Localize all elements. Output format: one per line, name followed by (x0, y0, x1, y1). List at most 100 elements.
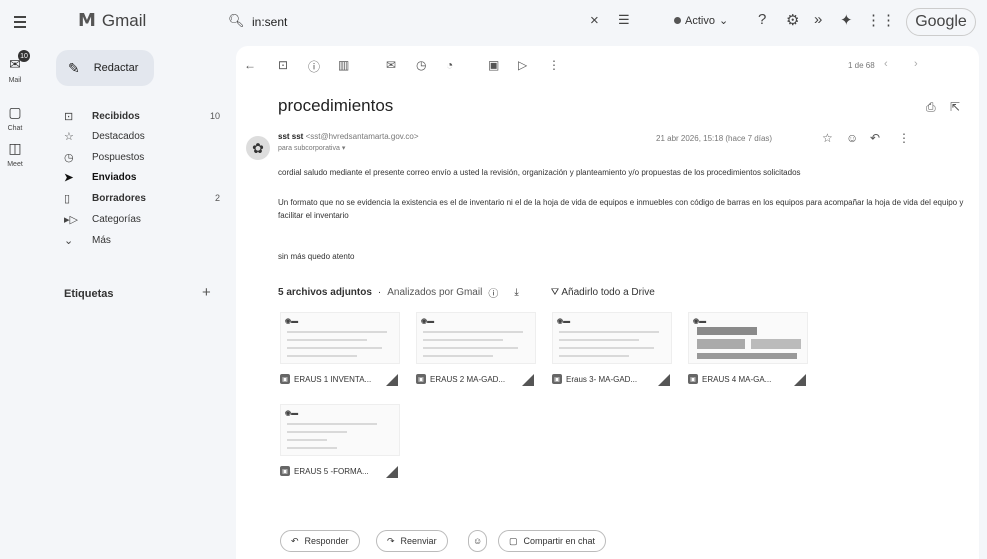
open-new-window-icon[interactable]: ⇱ (950, 100, 960, 114)
main-menu-icon[interactable] (8, 10, 32, 34)
sidebar-item-inbox[interactable]: ⊡ Recibidos 10 (56, 106, 228, 126)
archive-icon[interactable]: ⊡ (278, 58, 288, 72)
prev-page-icon[interactable]: ‹ (884, 58, 888, 70)
forward-button[interactable]: ↷ Reenviar (376, 530, 448, 552)
trash-icon[interactable]: ▥ (338, 58, 349, 72)
sidebar-item-more[interactable]: ⌄ Más (56, 230, 228, 250)
attachment-thumbnail: ◉▬ (552, 312, 672, 364)
label-icon[interactable]: ▷ (518, 58, 527, 72)
email-body-paragraph: Un formato que no se evidencia la existe… (278, 198, 964, 220)
gemini-icon[interactable]: ✦ (840, 11, 853, 29)
download-all-icon[interactable]: ⤓ (514, 287, 518, 298)
mark-unread-icon[interactable]: ✉ (386, 58, 396, 72)
draft-icon: ▯ (64, 192, 71, 205)
add-task-icon[interactable]: ◔ (446, 58, 453, 72)
gmail-logo[interactable]: M Gmail (78, 10, 146, 31)
attachment-thumbnail: ◉▬ (416, 312, 536, 364)
star-icon[interactable]: ☆ (822, 131, 833, 145)
status-dot-icon (674, 17, 681, 24)
gear-icon[interactable]: ⚙ (786, 11, 799, 29)
print-icon[interactable]: ⎙ (926, 100, 936, 115)
page-fold-icon (522, 374, 534, 386)
attachment-name: ERAUS 2 MA-GAD... (430, 374, 506, 384)
search-bar[interactable]: 🔍︎ in:sent × ☰ (222, 6, 642, 38)
more-vert-icon[interactable]: ⋮ (548, 58, 560, 72)
sender-name: sst sst (278, 132, 304, 141)
info-icon[interactable]: ⓘ (488, 285, 498, 300)
sidebar-item-label: Borradores (92, 192, 146, 204)
move-to-icon[interactable]: ▣ (488, 58, 499, 72)
attachment-card[interactable]: ◉▬ ▣ Eraus 3- MA-GAD... (552, 312, 672, 387)
rail-mail-label: Mail (8, 77, 22, 84)
document-logo-icon: ◉▬ (693, 318, 707, 325)
reply-button[interactable]: ↶ Responder (280, 530, 360, 552)
more-vert-icon[interactable]: ⋮ (898, 131, 910, 145)
compose-button[interactable]: ✎ Redactar (56, 50, 154, 86)
sidebar-item-drafts[interactable]: ▯ Borradores 2 (56, 188, 228, 208)
add-label-icon[interactable]: + (202, 284, 211, 301)
attachment-thumbnail: ◉▬ (280, 312, 400, 364)
search-icon[interactable]: 🔍︎ (228, 13, 245, 29)
rail-meet-label: Meet (7, 161, 23, 168)
attachment-name: Eraus 3- MA-GAD... (566, 374, 638, 384)
status-selector[interactable]: Activo ⌄ (674, 14, 728, 27)
document-logo-icon: ◉▬ (421, 318, 435, 325)
sidebar-item-sent[interactable]: ➤ Enviados (56, 167, 228, 187)
email-subject: procedimientos (278, 96, 394, 115)
sender-line: sst sst <sst@hvredsantamarta.gov.co> (278, 132, 419, 141)
next-page-icon[interactable]: › (914, 58, 918, 70)
attachment-card[interactable]: ◉▬ ▣ ERAUS 1 INVENTA... (280, 312, 400, 387)
search-input[interactable]: in:sent (252, 15, 287, 29)
sidebar-item-starred[interactable]: ☆ Destacados (56, 126, 228, 146)
attachment-card[interactable]: ◉▬ ▣ ERAUS 2 MA-GAD... (416, 312, 536, 387)
attachment-footer: ▣ ERAUS 5 -FORMA... (280, 464, 400, 478)
forward-label: Reenviar (400, 536, 437, 546)
app-name: Gmail (101, 10, 147, 30)
add-to-drive-button[interactable]: ⛛ Añadirlo todo a Drive (551, 287, 655, 298)
help-icon[interactable]: ? (758, 11, 766, 28)
sidebar-item-snoozed[interactable]: ◷ Pospuestos (56, 147, 228, 167)
account-brand[interactable]: Google (906, 8, 976, 36)
sidebar-item-categories[interactable]: ▸▷ Categorías (56, 209, 228, 229)
compose-label: Redactar (93, 62, 139, 74)
recipient-line[interactable]: para subcorporativa ▾ (278, 144, 345, 152)
share-in-chat-button[interactable]: ▢ Compartir en chat (498, 530, 607, 552)
page-fold-icon (658, 374, 670, 386)
forward-icon: ↷ (387, 535, 395, 546)
document-logo-icon: ◉▬ (557, 318, 571, 325)
emoji-icon[interactable]: ☺ (846, 131, 858, 145)
email-body-paragraph: sin más quedo atento (278, 252, 355, 261)
snooze-icon[interactable]: ◷ (416, 58, 426, 72)
apps-grid-icon[interactable]: ⋮⋮ (866, 11, 896, 29)
inbox-icon: ⊡ (64, 110, 74, 123)
search-options-icon[interactable]: ☰ (618, 12, 630, 28)
emoji-reaction-button[interactable]: ☺ (468, 530, 488, 552)
sidebar-item-label: Destacados (92, 130, 145, 142)
back-arrow-icon[interactable]: ← (244, 58, 256, 72)
attachment-card[interactable]: ◉▬ ▣ ERAUS 5 -FORMA... (280, 404, 400, 479)
rail-mail[interactable]: ✉ 10 Mail (0, 50, 30, 85)
page-fold-icon (794, 374, 806, 386)
label-icon: ▸▷ (64, 213, 78, 226)
star-icon: ☆ (64, 130, 74, 143)
clear-search-icon[interactable]: × (590, 12, 599, 29)
extensions-icon[interactable]: » (814, 11, 822, 28)
page-fold-icon (386, 374, 398, 386)
reply-icon[interactable]: ↶ (870, 131, 880, 145)
attachment-name: ERAUS 4 MA-GA... (702, 374, 772, 384)
sidebar-item-label: Categorías (92, 213, 141, 225)
rail-chat[interactable]: ▢ Chat (0, 104, 30, 133)
sidebar-item-label: Recibidos (92, 110, 140, 122)
separator-dot: · (377, 287, 382, 298)
attachment-thumbnail: ◉▬ (280, 404, 400, 456)
sidebar-item-label: Enviados (92, 171, 137, 183)
attachment-name: ERAUS 1 INVENTA... (294, 374, 372, 384)
send-icon: ➤ (64, 171, 74, 184)
rail-chat-label: Chat (7, 125, 23, 132)
attachment-card[interactable]: ◉▬ ▣ ERAUS 4 MA-GA... (688, 312, 808, 387)
email-body-paragraph: cordial saludo mediante el presente corr… (278, 168, 801, 177)
gmail-m-icon: M (78, 10, 96, 31)
image-file-icon: ▣ (280, 466, 290, 476)
rail-meet[interactable]: ◫ Meet (0, 140, 30, 169)
report-spam-icon[interactable]: ⓘ (308, 58, 320, 75)
